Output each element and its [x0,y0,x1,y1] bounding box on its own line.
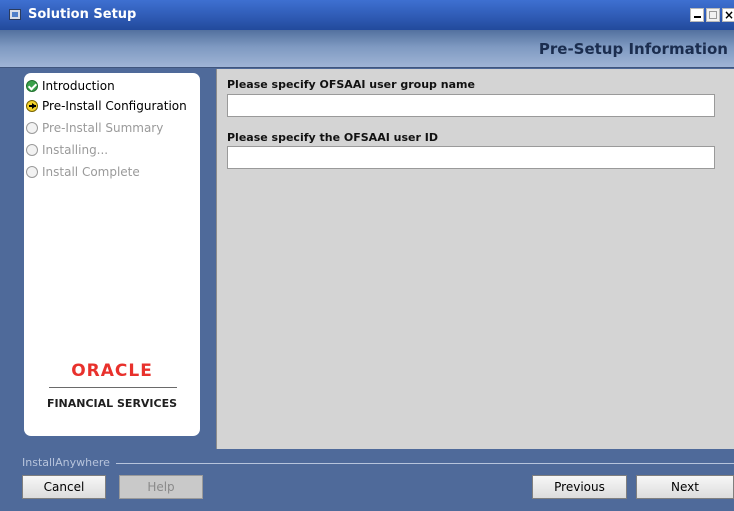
step-introduction: Introduction [26,77,115,95]
step-pre-install-configuration: Pre-Install Configuration [26,97,187,115]
maximize-button[interactable] [706,8,720,22]
content-panel: Please specify OFSAAI user group name Pl… [216,69,734,449]
window-title: Solution Setup [28,7,137,22]
step-title: Pre-Setup Information [538,40,728,58]
pending-circle-icon [26,144,38,156]
help-button[interactable]: Help [119,475,203,499]
financial-services-label: FINANCIAL SERVICES [46,397,178,410]
pending-circle-icon [26,122,38,134]
user-group-input[interactable] [227,94,715,117]
user-id-label: Please specify the OFSAAI user ID [227,131,438,144]
arrow-right-icon [26,100,38,112]
minimize-button[interactable] [690,8,704,22]
step-label: Introduction [42,79,115,93]
step-label: Pre-Install Configuration [42,99,187,113]
step-pre-install-summary: Pre-Install Summary [26,119,163,137]
step-label: Installing... [42,143,109,157]
oracle-logo: ORACLE [71,361,153,381]
step-label: Pre-Install Summary [42,121,164,135]
check-icon [26,80,38,92]
step-label: Install Complete [42,165,140,179]
step-header: Pre-Setup Information [0,30,734,68]
user-id-input[interactable] [227,146,715,169]
cancel-button[interactable]: Cancel [22,475,106,499]
next-button[interactable]: Next [636,475,734,499]
installer-window: Solution Setup × Pre-Setup Information I… [0,0,734,511]
footer-divider [116,463,734,464]
installer-brand-label: InstallAnywhere [22,456,110,469]
close-button[interactable]: × [722,8,734,22]
app-icon [9,9,21,20]
previous-button[interactable]: Previous [532,475,627,499]
steps-panel: Introduction Pre-Install Configuration P… [24,73,200,436]
logo-divider [49,387,177,388]
title-bar[interactable]: Solution Setup × [0,0,734,30]
pending-circle-icon [26,166,38,178]
user-group-label: Please specify OFSAAI user group name [227,78,475,91]
step-install-complete: Install Complete [26,163,140,181]
step-installing: Installing... [26,141,108,159]
